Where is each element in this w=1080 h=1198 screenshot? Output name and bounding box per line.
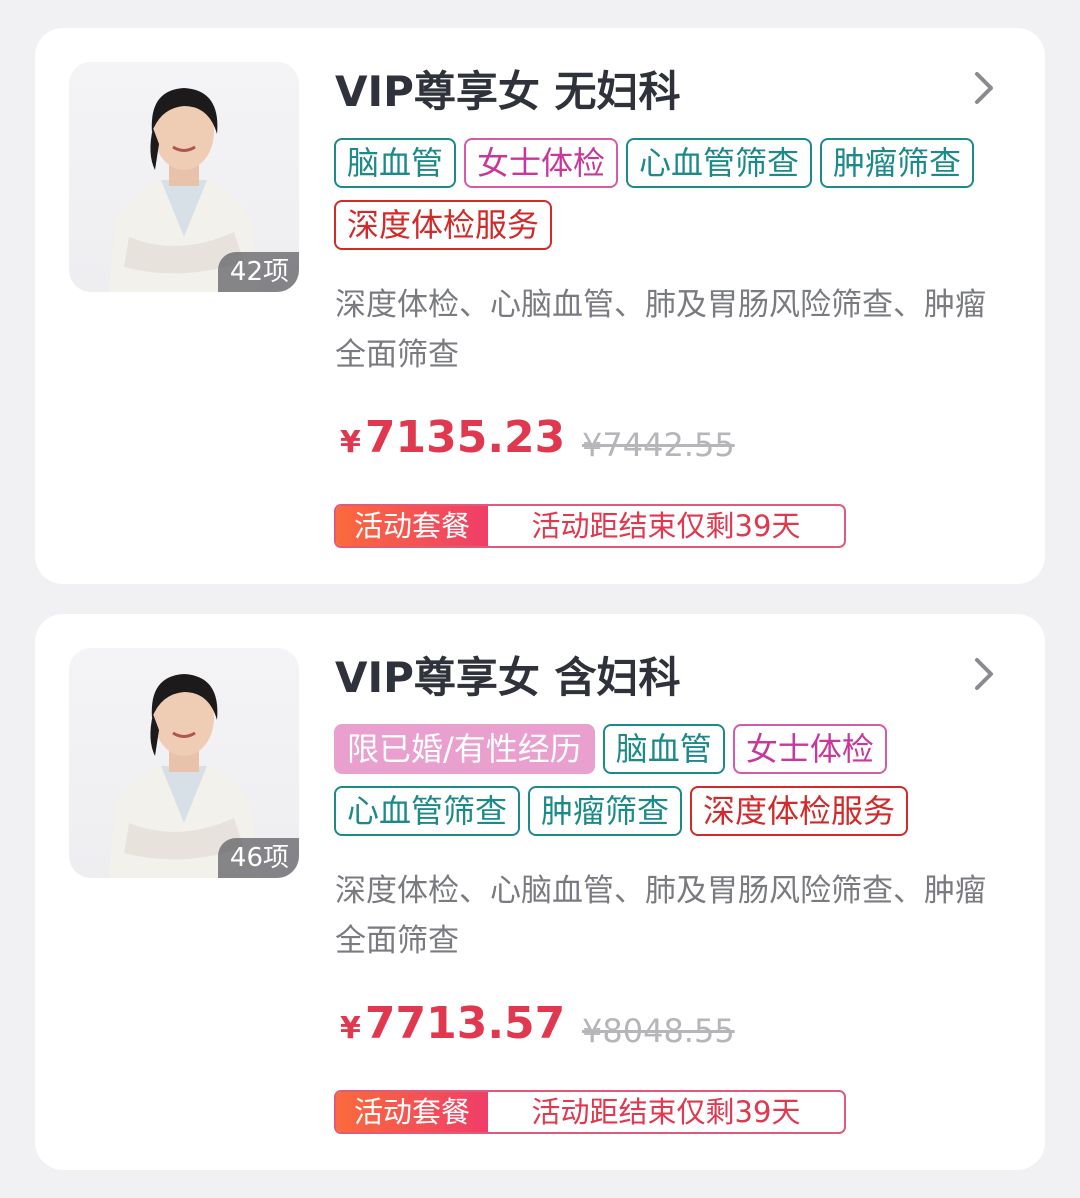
tag: 肿瘤筛查	[820, 138, 975, 188]
package-thumbnail: 42项	[69, 62, 299, 292]
package-title[interactable]: VIP尊享女 无妇科	[335, 64, 681, 120]
price-amount: 7135.23	[364, 412, 566, 463]
promo-banner[interactable]: 活动套餐 活动距结束仅剩39天	[334, 504, 846, 548]
promo-label: 活动套餐	[336, 1092, 488, 1132]
original-price: ¥7442.55	[582, 426, 735, 464]
promo-label: 活动套餐	[336, 506, 488, 546]
tag-restriction: 限已婚/有性经历	[334, 724, 595, 774]
tag: 脑血管	[334, 138, 457, 188]
tag: 脑血管	[602, 724, 725, 774]
promo-countdown: 活动距结束仅剩39天	[531, 1095, 801, 1129]
original-price: ¥8048.55	[582, 1012, 735, 1050]
current-price: ¥7713.57	[340, 998, 565, 1049]
currency-symbol: ¥	[340, 1011, 361, 1046]
tag: 肿瘤筛查	[528, 786, 683, 836]
tag-list: 限已婚/有性经历 脑血管 女士体检心血管筛查 肿瘤筛查 深度体检服务	[334, 724, 984, 848]
package-description: 深度体检、心脑血管、肺及胃肠风险筛查、肿瘤全面筛查	[335, 287, 986, 373]
currency-symbol: ¥	[340, 425, 361, 460]
item-count-badge: 46项	[217, 838, 299, 878]
item-count-badge: 42项	[217, 252, 299, 292]
package-thumbnail: 46项	[69, 648, 299, 878]
tag: 女士体检	[732, 724, 887, 774]
tag: 心血管筛查	[626, 138, 813, 188]
tag: 深度体检服务	[334, 200, 553, 250]
tag-list: 脑血管 女士体检 心血管筛查 肿瘤筛查深度体检服务	[334, 138, 984, 262]
tag: 女士体检	[464, 138, 619, 188]
tag: 心血管筛查	[334, 786, 521, 836]
current-price: ¥7135.23	[340, 412, 565, 463]
chevron-right-icon[interactable]	[973, 656, 997, 692]
promo-countdown: 活动距结束仅剩39天	[531, 509, 801, 543]
package-description: 深度体检、心脑血管、肺及胃肠风险筛查、肿瘤全面筛查	[335, 873, 986, 959]
price-amount: 7713.57	[364, 998, 566, 1049]
package-title[interactable]: VIP尊享女 含妇科	[335, 650, 681, 706]
chevron-right-icon[interactable]	[973, 70, 997, 106]
package-card[interactable]: 42项 VIP尊享女 无妇科 脑血管 女士体检 心血管筛查 肿瘤筛查深度体检服务 深度…	[35, 28, 1045, 584]
promo-banner[interactable]: 活动套餐 活动距结束仅剩39天	[334, 1090, 846, 1134]
tag: 深度体检服务	[690, 786, 909, 836]
package-card[interactable]: 46项 VIP尊享女 含妇科 限已婚/有性经历 脑血管 女士体检心血管筛查 肿瘤筛查深…	[35, 614, 1045, 1170]
